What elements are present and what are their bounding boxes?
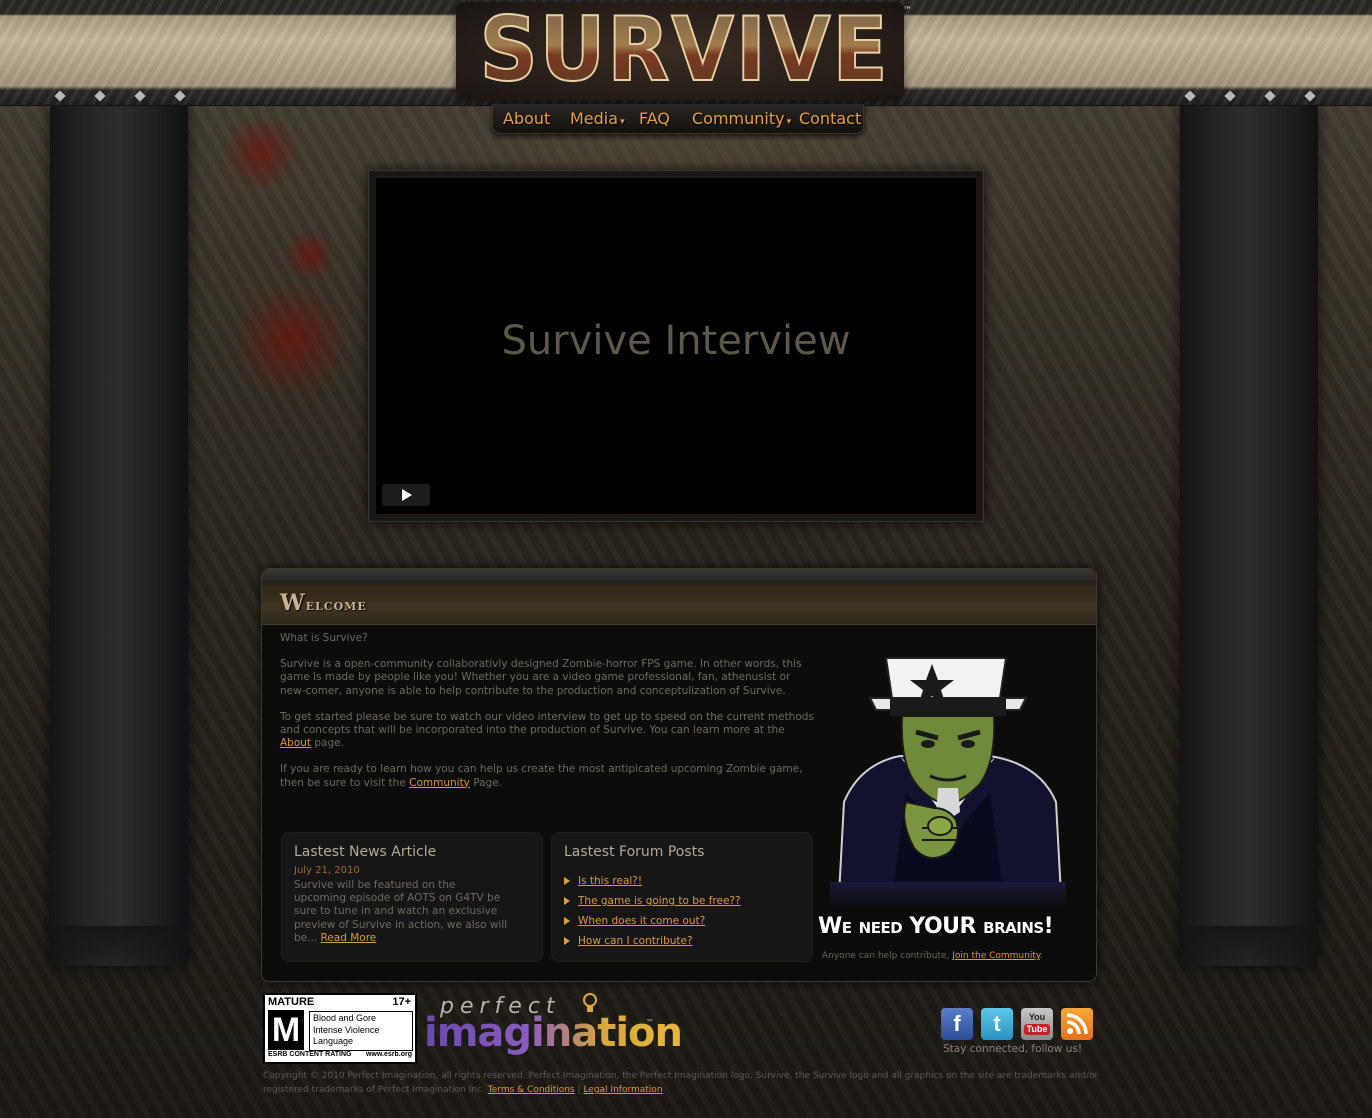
legal-link[interactable]: Legal Information [583,1085,662,1095]
play-button[interactable] [382,484,430,506]
publisher-logo-bottom: imagination [424,1010,683,1056]
poster-subtext-label: Anyone can help contribute, [822,951,953,961]
panel-header [262,583,1096,625]
forum-post-list: Is this real?! The game is going to be f… [564,871,741,951]
facebook-icon[interactable]: f [941,1008,973,1040]
nav-item-label: About [503,109,551,128]
rss-glyph [1066,1013,1088,1035]
bullet-arrow-icon [564,937,570,945]
blood-splatter [280,230,340,280]
intro-text: If you are ready to learn how you can he… [280,763,803,789]
main-nav: About Media ▾ FAQ Community ▾ Contact [492,104,864,134]
intro-paragraph: To get started please be sure to watch o… [280,711,818,751]
forum-post-link[interactable]: How can I contribute? [578,935,693,947]
forum-post-link[interactable]: When does it come out? [578,915,705,927]
youtube-glyph: You Tube [1021,1008,1053,1040]
intro-paragraph: If you are ready to learn how you can he… [280,763,818,789]
blood-splatter [232,280,352,400]
facebook-glyph: f [953,1011,961,1036]
welcome-intro: What is Survive? Survive is a open-commu… [280,632,818,803]
blood-splatter [216,118,306,188]
twitter-glyph: t [993,1011,1001,1036]
nav-item-faq[interactable]: FAQ [639,108,670,130]
intro-text: page. [311,737,344,750]
twitter-icon[interactable]: t [981,1008,1013,1040]
nav-item-community[interactable]: Community ▾ [692,108,791,130]
terms-link[interactable]: Terms & Conditions [488,1085,575,1095]
rss-icon[interactable] [1061,1008,1093,1040]
poster-headline: We need YOUR brains! [818,914,1054,939]
community-link[interactable]: Community [409,777,470,789]
publisher-trademark: ™ [646,1018,654,1027]
nav-item-contact[interactable]: Contact [799,108,861,130]
poster-subtext-end: . [1039,951,1043,961]
nav-item-label: FAQ [639,109,670,128]
read-more-link[interactable]: Read More [320,932,376,944]
list-item: The game is going to be free?? [564,891,741,911]
youtube-glyph-top: You [1028,1012,1046,1022]
esrb-letter: M [268,1010,304,1050]
bullet-arrow-icon [564,897,570,905]
chevron-down-icon: ▾ [620,117,625,127]
nav-item-about[interactable]: About [503,108,550,130]
video-title: Survive Interview [501,318,851,364]
news-date: July 21, 2010 [294,865,360,876]
list-item: When does it come out? [564,911,741,931]
intro-paragraph: Survive is a open-community collaborativ… [280,658,802,697]
youtube-icon[interactable]: You Tube [1021,1008,1053,1040]
esrb-descriptor: Intense Violence [313,1024,380,1035]
esrb-url: www.esrb.org [365,1051,412,1058]
intro-question: What is Survive? [280,632,368,644]
intro-text: Page. [469,776,503,789]
list-item: Is this real?! [564,871,741,891]
esrb-age: 17+ [392,996,411,1008]
esrb-descriptor: Language [313,1036,354,1046]
bullet-arrow-icon [564,917,570,925]
esrb-descriptor: Blood and Gore [313,1013,377,1023]
bullet-arrow-icon [564,877,570,885]
nav-item-media[interactable]: Media ▾ [570,108,625,130]
esrb-descriptors: Blood and Gore Intense Violence Language [309,1011,413,1051]
forum-post-link[interactable]: The game is going to be free?? [578,895,741,907]
right-pillar [1180,106,1318,986]
left-pillar [50,106,188,986]
nav-item-label: Contact [799,109,862,128]
nav-item-label: Media [570,109,619,128]
forum-title: Lastest Forum Posts [564,844,705,860]
stay-connected-text: Stay connected, follow us! [943,1043,1083,1055]
esrb-rating-badge: MATURE 17+ M Blood and Gore Intense Viol… [263,993,417,1064]
copyright-text: Copyright © 2010 Perfect Imagination, al… [263,1069,1103,1097]
zombie-uncle-sam-illustration [830,657,1066,914]
about-link[interactable]: About [280,737,311,749]
logo-trademark: ™ [903,6,912,16]
copyright-body: Copyright © 2010 Perfect Imagination, al… [263,1071,1099,1095]
chevron-down-icon: ▾ [786,117,792,127]
lightbulb-icon [583,993,597,1012]
news-text: Survive will be featured on the upcoming… [294,879,508,945]
panel-top-bar [262,569,1096,583]
esrb-content-rating: ESRB CONTENT RATING [268,1051,352,1058]
poster-subtext: Anyone can help contribute, Join the Com… [822,951,1043,961]
news-title: Lastest News Article [294,844,437,860]
nav-item-label: Community [692,109,785,128]
latest-news-box: Lastest News Article July 21, 2010 Survi… [281,832,543,962]
forum-post-link[interactable]: Is this real?! [578,875,642,887]
list-item: How can I contribute? [564,931,741,951]
latest-forum-box: Lastest Forum Posts Is this real?! The g… [551,832,813,962]
welcome-title: Welcome [280,590,367,616]
play-icon [402,489,412,501]
site-logo-text: SURVIVE [479,0,890,101]
intro-text: To get started please be sure to watch o… [280,710,814,737]
esrb-rating: MATURE [268,996,315,1008]
youtube-glyph-bottom: Tube [1024,1024,1050,1035]
join-community-link[interactable]: Join the Community [952,951,1040,961]
